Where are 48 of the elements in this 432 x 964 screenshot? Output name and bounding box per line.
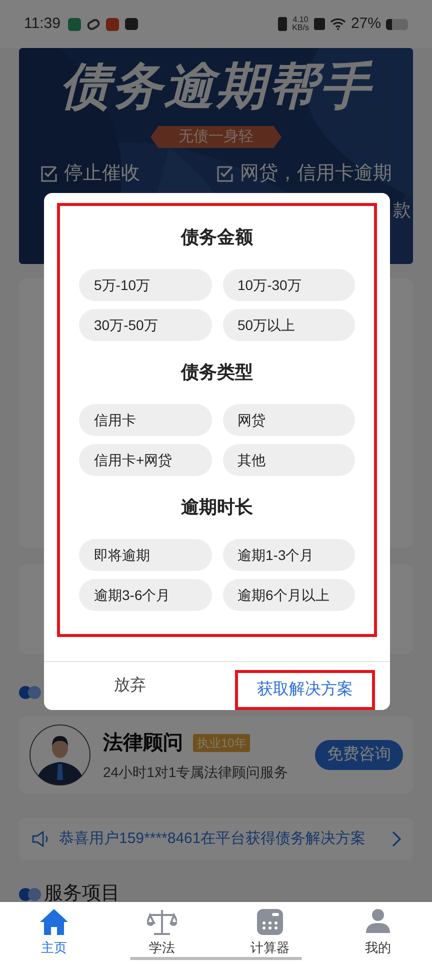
feature-label: 停止催收 (64, 162, 140, 186)
option-chip[interactable]: 50万以上 (222, 309, 355, 341)
app-icon (106, 18, 120, 30)
section-dots-icon (19, 888, 41, 901)
wifi-icon (330, 18, 346, 30)
section-heading: 债务金额 (180, 226, 254, 249)
option-chip[interactable]: 即将逾期 (79, 539, 212, 571)
section-heading: 逾期时长 (180, 496, 254, 519)
option-chip[interactable]: 10万-30万 (222, 269, 355, 301)
calculator-icon (256, 908, 284, 936)
option-chip[interactable]: 逾期3-6个月 (79, 579, 212, 611)
cancel-button[interactable]: 放弃 (114, 674, 146, 698)
shield-app-icon (68, 18, 82, 30)
banner-title: 债务逾期帮手 (60, 57, 372, 116)
mail-icon (125, 18, 138, 30)
option-chip[interactable]: 网贷 (222, 404, 355, 436)
advisor-title: 法律顾问 (103, 730, 183, 756)
network-speed: 4.10 (292, 16, 308, 24)
option-chip[interactable]: 5万-10万 (79, 269, 212, 301)
get-solution-button[interactable]: 获取解决方案 (235, 670, 375, 710)
experience-badge: 执业10年 (193, 734, 250, 752)
home-icon (39, 908, 69, 936)
option-chip[interactable]: 其他 (222, 444, 355, 476)
chevron-right-icon (391, 831, 401, 847)
leaf-app-icon (86, 16, 102, 32)
section-heading: 债务类型 (180, 361, 254, 384)
feature-label: 款 (393, 198, 411, 222)
status-time: 11:39 (24, 14, 60, 34)
network-speed-unit: KB/s (292, 24, 309, 32)
slogan-banner: 无债一身轻 (150, 126, 282, 148)
option-chip[interactable]: 信用卡 (79, 404, 212, 436)
checkbox-icon (216, 165, 234, 184)
option-chip[interactable]: 信用卡+网贷 (79, 444, 212, 476)
section-dots-icon (19, 686, 41, 698)
checkbox-icon (40, 165, 58, 184)
tab-item[interactable]: 我的 (324, 902, 432, 964)
battery-level: 27% (350, 14, 381, 34)
vibrate-icon (278, 17, 288, 31)
option-chip[interactable]: 逾期6个月以上 (222, 579, 355, 611)
sim-icon (314, 18, 325, 30)
avatar (29, 724, 91, 786)
option-chip[interactable]: 逾期1-3个月 (222, 539, 355, 571)
advisor-description: 24小时1对1专属法律顾问服务 (103, 762, 290, 782)
scale-icon (147, 908, 177, 936)
battery-icon (386, 18, 408, 30)
feature-label: 网贷，信用卡逾期 (240, 162, 392, 186)
option-chip[interactable]: 30万-50万 (79, 309, 212, 341)
notice-text: 恭喜用户159****8461在平台获得债务解决方案 (59, 828, 367, 849)
